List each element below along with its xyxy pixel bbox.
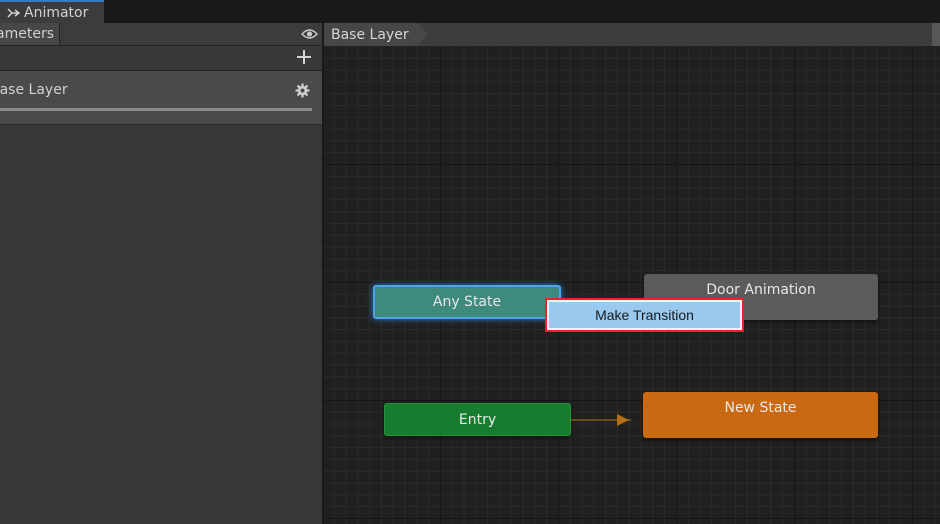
context-menu: Make Transition bbox=[545, 298, 744, 332]
tab-parameters-label: Parameters bbox=[0, 26, 54, 42]
plus-icon[interactable] bbox=[296, 49, 312, 65]
any-state-label: Any State bbox=[432, 294, 502, 310]
breadcrumb-label: Base Layer bbox=[331, 26, 409, 43]
animator-tab-label: Animator bbox=[24, 4, 89, 21]
tab-parameters[interactable]: Parameters bbox=[0, 23, 60, 45]
entry-transition-arrow[interactable] bbox=[571, 413, 643, 427]
eye-icon[interactable] bbox=[301, 28, 318, 40]
any-state-node[interactable]: Any State bbox=[373, 285, 561, 319]
graph-header: Base Layer bbox=[324, 23, 940, 47]
make-transition-label: Make Transition bbox=[595, 307, 694, 323]
entry-node[interactable]: Entry bbox=[384, 403, 571, 436]
state-machine-canvas[interactable]: Any State Door Animation Entry New State bbox=[324, 47, 940, 524]
breadcrumb[interactable]: Base Layer bbox=[324, 23, 428, 46]
new-state-label: New State bbox=[724, 400, 797, 416]
left-panel: Parameters Base Layer bbox=[0, 23, 324, 524]
make-transition-menu-item[interactable]: Make Transition bbox=[549, 302, 740, 328]
layer-item-base[interactable]: Base Layer bbox=[0, 71, 322, 125]
new-state-node[interactable]: New State bbox=[643, 392, 878, 438]
layer-weight-bar[interactable] bbox=[0, 108, 312, 111]
animator-icon bbox=[7, 7, 20, 18]
door-animation-label: Door Animation bbox=[706, 282, 816, 298]
left-panel-tabs: Parameters bbox=[0, 23, 324, 46]
animator-tab[interactable]: Animator bbox=[0, 0, 104, 23]
window-tab-bar: Animator bbox=[0, 0, 940, 23]
layer-name: Base Layer bbox=[0, 82, 68, 98]
gear-icon[interactable] bbox=[295, 83, 310, 98]
layers-toolbar bbox=[0, 46, 324, 71]
auto-live-link-button[interactable] bbox=[932, 23, 940, 46]
entry-label: Entry bbox=[458, 411, 497, 428]
